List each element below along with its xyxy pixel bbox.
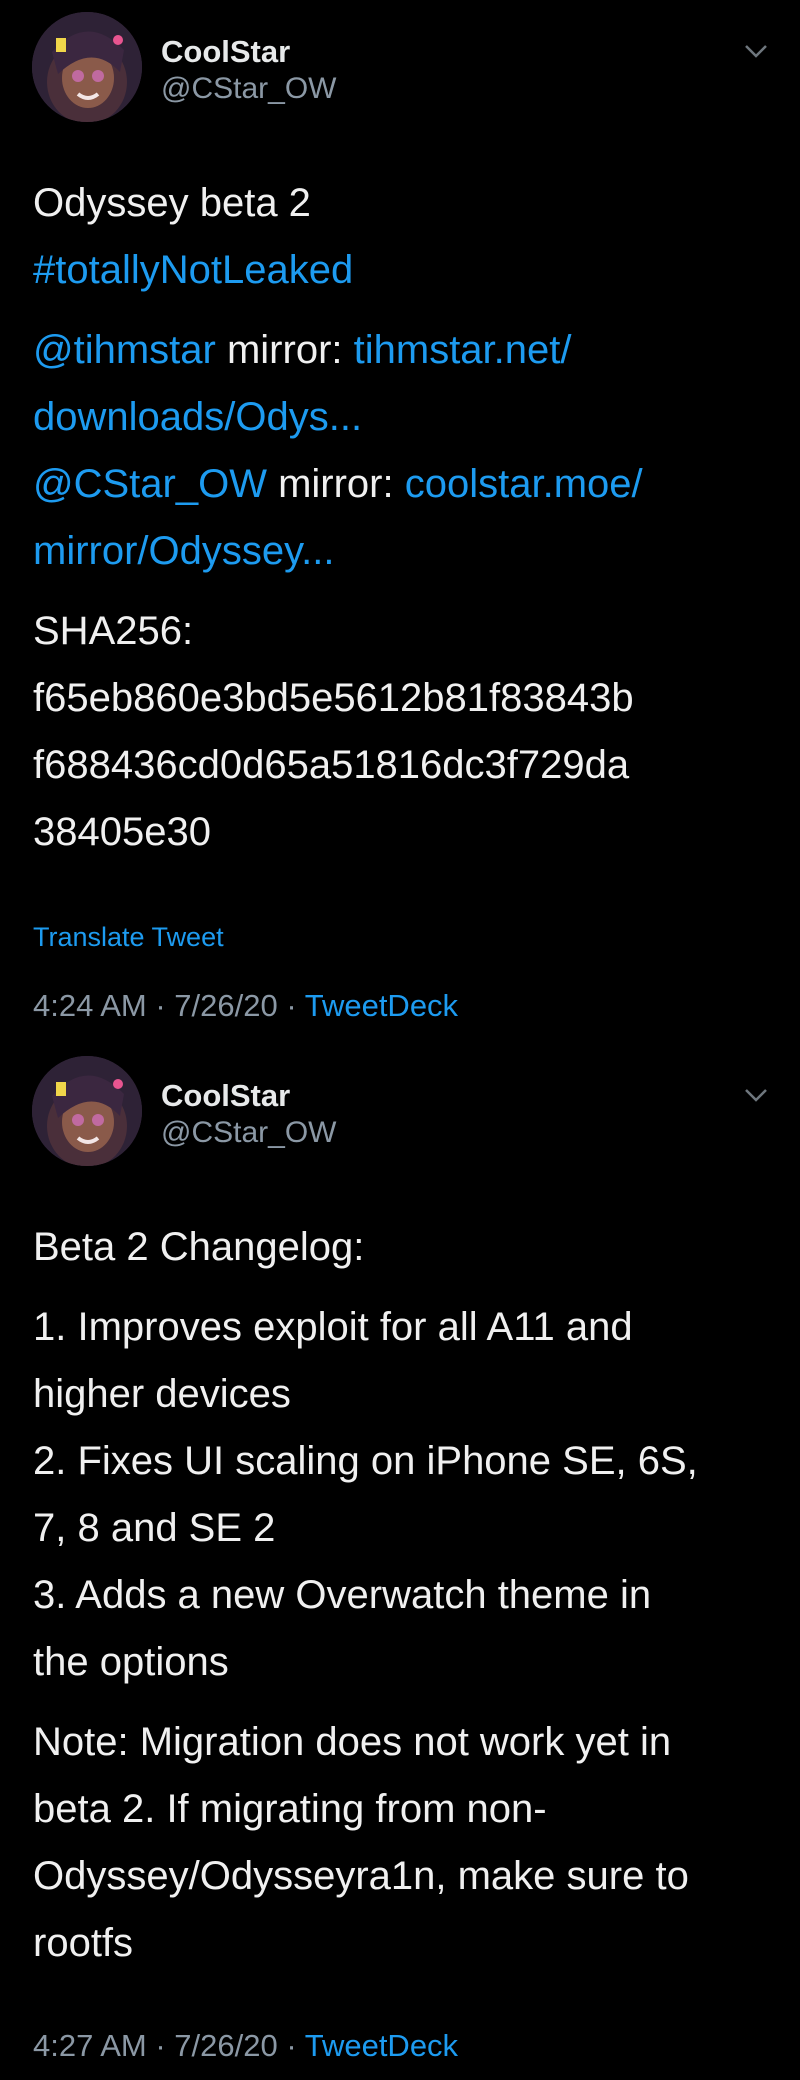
tweet-body: Beta 2 Changelog: 1. Improves exploit fo… xyxy=(33,1214,773,1977)
author-handle[interactable]: @CStar_OW xyxy=(161,72,336,106)
tweet-title: Beta 2 Changelog: xyxy=(33,1225,365,1269)
changelog-line: the options xyxy=(33,1640,229,1684)
url-link-tihmstar-cont[interactable]: downloads/Odys... xyxy=(33,395,362,439)
chevron-down-icon[interactable] xyxy=(744,1088,768,1102)
changelog-line: higher devices xyxy=(33,1372,291,1416)
tweet-body: Odyssey beta 2 #totallyNotLeaked @tihmst… xyxy=(33,170,773,866)
sha-line: 38405e30 xyxy=(33,810,211,854)
changelog-line: 1. Improves exploit for all A11 and xyxy=(33,1305,633,1349)
url-link-coolstar-cont[interactable]: mirror/Odyssey... xyxy=(33,529,335,573)
avatar[interactable] xyxy=(32,1056,142,1166)
tweet-title: Odyssey beta 2 xyxy=(33,181,311,225)
mirror-text: mirror: xyxy=(266,462,405,506)
tweet-2: CoolStar @CStar_OW Beta 2 Changelog: 1. … xyxy=(0,1040,800,2080)
source-link[interactable]: TweetDeck xyxy=(305,988,458,1023)
url-link-coolstar[interactable]: coolstar.moe/ xyxy=(405,462,643,506)
note-line: Odyssey/Odysseyra1n, make sure to xyxy=(33,1854,689,1898)
sha-line: f688436cd0d65a51816dc3f729da xyxy=(33,743,630,787)
tweet-timestamp: 4:24 AM · 7/26/20 · TweetDeck xyxy=(33,988,458,1024)
changelog-line: 3. Adds a new Overwatch theme in xyxy=(33,1573,652,1617)
author-handle[interactable]: @CStar_OW xyxy=(161,1116,336,1150)
chevron-down-icon[interactable] xyxy=(744,44,768,58)
changelog-line: 2. Fixes UI scaling on iPhone SE, 6S, xyxy=(33,1439,698,1483)
note-line: rootfs xyxy=(33,1921,134,1965)
source-link[interactable]: TweetDeck xyxy=(305,2028,458,2063)
mention-link-cstar[interactable]: @CStar_OW xyxy=(33,462,267,506)
hashtag-link[interactable]: #totallyNotLeaked xyxy=(33,248,353,292)
sha-label: SHA256: xyxy=(33,609,194,653)
mirror-text: mirror: xyxy=(215,328,354,372)
timestamp-text: 4:27 AM · 7/26/20 · xyxy=(33,2028,305,2063)
tweet-1: CoolStar @CStar_OW Odyssey beta 2 #total… xyxy=(0,0,800,1040)
avatar-image xyxy=(32,12,142,122)
translate-tweet-link[interactable]: Translate Tweet xyxy=(33,922,224,953)
avatar[interactable] xyxy=(32,12,142,122)
tweet-timestamp: 4:27 AM · 7/26/20 · TweetDeck xyxy=(33,2028,458,2064)
mention-link-tihmstar[interactable]: @tihmstar xyxy=(33,328,216,372)
author-name[interactable]: CoolStar xyxy=(161,34,290,70)
url-link-tihmstar[interactable]: tihmstar.net/ xyxy=(354,328,572,372)
author-name[interactable]: CoolStar xyxy=(161,1078,290,1114)
changelog-line: 7, 8 and SE 2 xyxy=(33,1506,276,1550)
note-line: beta 2. If migrating from non- xyxy=(33,1787,547,1831)
timestamp-text: 4:24 AM · 7/26/20 · xyxy=(33,988,305,1023)
note-line: Note: Migration does not work yet in xyxy=(33,1720,672,1764)
avatar-image xyxy=(32,1056,142,1166)
sha-line: f65eb860e3bd5e5612b81f83843b xyxy=(33,676,634,720)
